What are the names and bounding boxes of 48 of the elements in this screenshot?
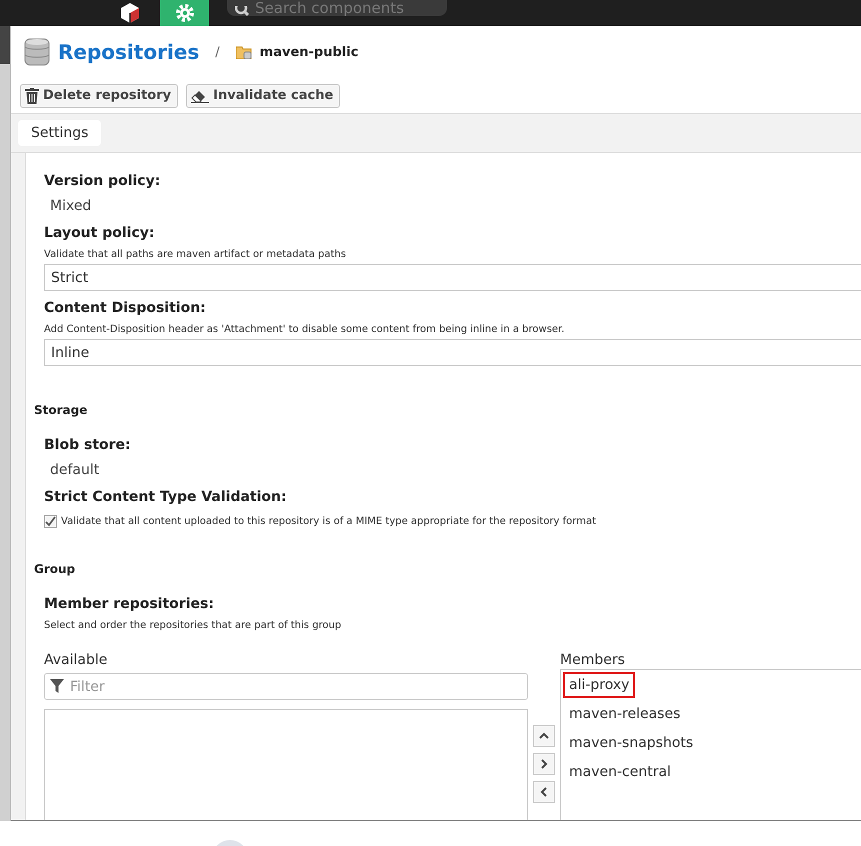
eraser-icon [191, 88, 210, 102]
folder-icon [236, 45, 252, 59]
list-label: Members [560, 651, 626, 669]
sidebar-panel [0, 26, 10, 64]
field-label: Version policy: [44, 172, 162, 191]
member-item[interactable]: ali-proxy [563, 672, 636, 698]
breadcrumb-separator: / [215, 44, 220, 60]
filter-icon [50, 679, 64, 693]
member-item[interactable]: maven-central [563, 759, 677, 785]
field-label: Member repositories: [44, 595, 215, 614]
chevron-right-icon [540, 759, 548, 769]
checkbox[interactable] [44, 515, 57, 528]
page-title[interactable]: Repositories [58, 40, 200, 64]
search-icon [235, 6, 249, 16]
search-field[interactable]: Search components [227, 0, 447, 16]
add-button[interactable] [533, 753, 555, 775]
remove-button[interactable] [533, 781, 555, 803]
delete-button[interactable]: Delete repository [20, 84, 178, 108]
filter-field[interactable]: Filter [44, 673, 528, 700]
member-item[interactable]: maven-snapshots [563, 730, 700, 756]
field-value: Mixed [49, 197, 92, 215]
section-heading: Group [34, 562, 76, 576]
field-label: Blob store: [44, 436, 132, 455]
help-text: Select and order the repositories that are part of this group [44, 620, 342, 631]
chevron-up-icon [539, 732, 549, 740]
settings-tab[interactable] [160, 0, 209, 26]
cube-icon[interactable] [119, 2, 141, 24]
tab[interactable]: Settings [18, 120, 102, 146]
section-heading: Storage [34, 403, 88, 417]
select-field[interactable]: Strict [44, 264, 861, 291]
select-field[interactable]: Inline [44, 339, 861, 366]
chevron-left-icon [540, 787, 548, 797]
field-label: Layout policy: [44, 224, 156, 243]
invalidate-button[interactable]: Invalidate cache [186, 84, 340, 108]
field-value: default [49, 461, 100, 479]
move-up-button[interactable] [533, 725, 555, 747]
settings-icon [174, 2, 196, 24]
database-icon [24, 37, 50, 67]
member-item[interactable]: maven-releases [563, 701, 686, 727]
help-text: Add Content-Disposition header as 'Attachment' to disable some content from being inline in a browser. [44, 324, 566, 335]
repository-name: maven-public [260, 44, 358, 60]
members-list[interactable]: ali-proxy maven-releases maven-snapshots maven-central [560, 669, 861, 820]
field-label: Strict Content Type Validation: [44, 488, 288, 507]
field-label: Content Disposition: [44, 299, 207, 318]
checkbox-label: Validate that all content uploaded to this repository is of a MIME type appropriate for the repository format [61, 516, 596, 527]
trash-icon [25, 88, 39, 104]
list-label: Available [44, 651, 108, 669]
help-text: Validate that all paths are maven artifact or metadata paths [44, 249, 347, 260]
